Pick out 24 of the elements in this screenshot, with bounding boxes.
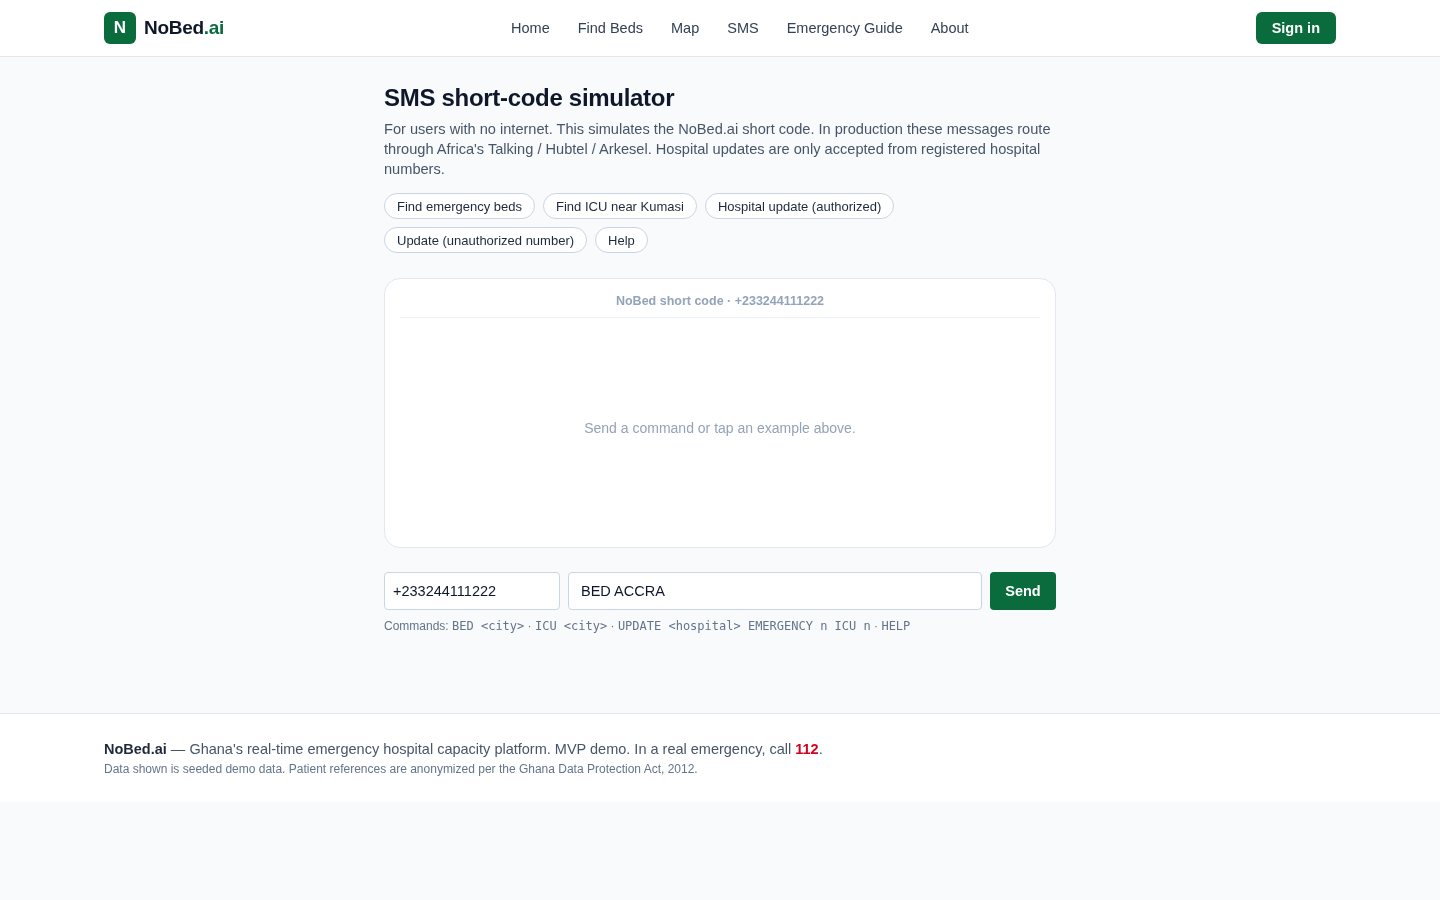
commands-hint: Commands: BED <city> · ICU <city> · UPDATE <hospital> EMERGENCY n ICU n · HELP: [384, 618, 912, 634]
nav-link[interactable]: About: [930, 20, 969, 36]
example-chip[interactable]: Find emergency beds: [384, 193, 535, 219]
example-chip[interactable]: Find ICU near Kumasi: [543, 193, 697, 219]
example-chip[interactable]: Update (unauthorized number): [384, 227, 588, 253]
phone-input[interactable]: +233244111222: [384, 572, 560, 610]
example-chip[interactable]: Hospital update (authorized): [704, 193, 895, 219]
footer-note: Data shown is seeded demo data. Patient references are anonymized per the Ghana Data Protection Act, 2012.: [104, 761, 699, 777]
logo-link[interactable]: N NoBed.ai: [104, 12, 224, 44]
nav-link[interactable]: Map: [671, 20, 700, 36]
sign-in-button[interactable]: Sign in: [1255, 12, 1336, 44]
footer-text: NoBed.ai — Ghana's real-time emergency hospital capacity platform. MVP demo. In a real emergency, call 112.: [104, 740, 824, 759]
nav-link[interactable]: SMS: [727, 20, 759, 36]
nav-link[interactable]: Emergency Guide: [786, 20, 903, 36]
logo-mark: N: [104, 12, 136, 44]
chat-header: NoBed short code · +233244111222: [400, 279, 1040, 318]
nav-link[interactable]: Home: [511, 20, 550, 36]
empty-message: Send a command or tap an example above.: [584, 419, 856, 436]
message-input[interactable]: BED ACCRA: [568, 572, 982, 610]
page-title: SMS short-code simulator: [384, 83, 676, 113]
example-chip[interactable]: Help: [595, 227, 648, 253]
nav-link[interactable]: Find Beds: [577, 20, 643, 36]
send-button[interactable]: Send: [990, 572, 1056, 610]
page-description: For users with no internet. This simulates the NoBed.ai short code. In production these messages route through Africa's Talking / Hubtel / Arkesel. Hospital updates are only accepted from registered hospital numbers.: [384, 120, 1052, 179]
